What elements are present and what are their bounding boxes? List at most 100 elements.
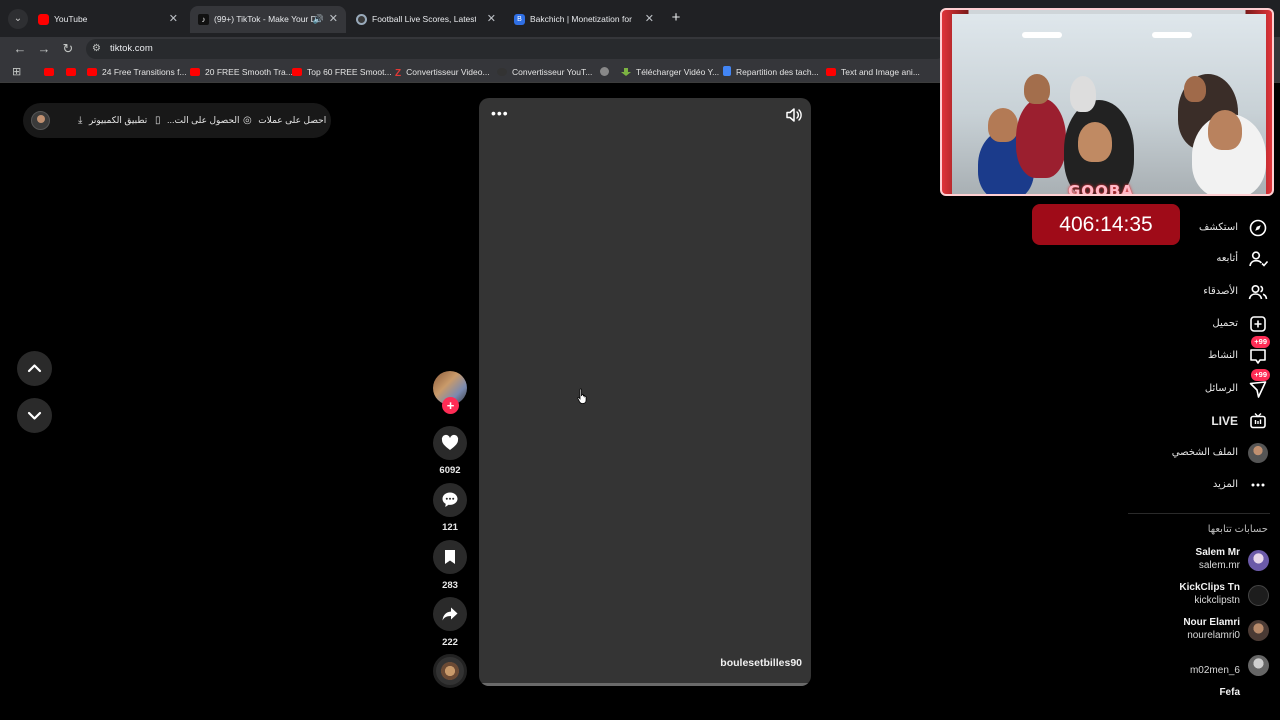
comment-button[interactable] xyxy=(433,483,467,517)
account-name: Nour Elamri xyxy=(1183,617,1240,628)
back-button[interactable]: ← xyxy=(10,39,30,59)
friends-icon xyxy=(1248,284,1268,300)
music-disc-icon[interactable] xyxy=(433,654,467,688)
sidebar-item-activity[interactable]: النشاط +99 xyxy=(1158,336,1270,369)
close-tab-icon[interactable]: ✕ xyxy=(169,6,178,33)
z-icon: Z xyxy=(395,68,402,79)
sidebar-item-more[interactable]: المزيد xyxy=(1158,472,1268,498)
video-player[interactable]: ••• boulesetbilles90 xyxy=(479,98,811,686)
like-count: 6092 xyxy=(439,465,461,476)
more-options-icon[interactable]: ••• xyxy=(491,105,509,121)
bookmark-item[interactable]: Repartition des tach... xyxy=(723,61,819,83)
close-tab-icon[interactable]: ✕ xyxy=(329,6,338,33)
tab-title: Football Live Scores, Latest Football xyxy=(372,14,476,24)
following-account[interactable]: KickClips Tn kickclipstn xyxy=(1109,581,1269,613)
get-app-button[interactable]: الحصول على الت... ▯ xyxy=(155,103,240,138)
sidebar-item-profile[interactable]: الملف الشخصي xyxy=(1158,440,1268,466)
sidebar-item-upload[interactable]: تحميل xyxy=(1158,311,1268,337)
download-icon xyxy=(621,68,631,76)
sidebar-item-label: LIVE xyxy=(1211,414,1238,428)
volume-icon[interactable] xyxy=(785,106,803,124)
tab-title: Bakchich | Monetization for africa xyxy=(530,14,634,24)
tab-youtube[interactable]: YouTube ✕ xyxy=(30,6,186,33)
bookmark-item[interactable]: Text and Image ani... xyxy=(826,61,920,83)
account-username: kickclipstn xyxy=(1194,595,1240,606)
reload-button[interactable]: ↻ xyxy=(58,39,78,59)
bookmark-item[interactable]: Convertisseur YouT... xyxy=(497,61,592,83)
get-app-label: الحصول على الت... xyxy=(167,115,240,125)
tab-tiktok[interactable]: ♪ (99+) TikTok - Make Your Day 🔊 ✕ xyxy=(190,6,346,33)
url-text: tiktok.com xyxy=(110,43,153,54)
following-account[interactable]: Nour Elamri nourelamri0 xyxy=(1109,616,1269,648)
notification-badge: +99 xyxy=(1251,369,1270,381)
bookmark-item[interactable] xyxy=(44,61,59,83)
tab-search-icon[interactable]: ⌄ xyxy=(8,9,28,29)
following-account[interactable]: Salem Mr salem.mr xyxy=(1109,546,1269,578)
bookmark-item[interactable]: Télécharger Vidéo Y... xyxy=(621,61,719,83)
like-button[interactable] xyxy=(433,426,467,460)
ceiling-light xyxy=(1152,32,1192,38)
bookmark-item[interactable]: 24 Free Transitions f... xyxy=(87,61,187,83)
desktop-app-label: تطبيق الكمبيوتر xyxy=(88,115,148,125)
share-button[interactable] xyxy=(433,597,467,631)
notification-badge: +99 xyxy=(1251,336,1270,348)
previous-video-button[interactable] xyxy=(17,351,52,386)
close-tab-icon[interactable]: ✕ xyxy=(645,6,654,33)
messages-icon xyxy=(1249,381,1267,398)
bookmark-item[interactable]: Top 60 FREE Smoot... xyxy=(292,61,392,83)
bookmark-item[interactable] xyxy=(600,61,614,83)
site-info-icon[interactable]: ⚙ xyxy=(92,42,104,56)
divider xyxy=(1128,513,1270,514)
following-account[interactable]: Fefa xyxy=(1109,686,1269,700)
account-name: Fefa xyxy=(1219,687,1240,698)
get-coins-button[interactable]: احصل على عملات ◎ xyxy=(243,103,326,138)
sidebar-item-label: النشاط xyxy=(1207,350,1238,361)
tab-football[interactable]: Football Live Scores, Latest Football ✕ xyxy=(348,6,504,33)
get-coins-label: احصل على عملات xyxy=(258,115,327,125)
next-video-button[interactable] xyxy=(17,398,52,433)
desktop-app-button[interactable]: تطبيق الكمبيوتر ⤓ xyxy=(78,103,147,138)
speaker-icon[interactable]: 🔊 xyxy=(313,6,324,33)
sidebar-item-label: استكشف xyxy=(1199,222,1238,233)
webcam-overlay: GOOBA xyxy=(940,8,1274,196)
bookmark-icon xyxy=(445,550,455,564)
close-tab-icon[interactable]: ✕ xyxy=(487,6,496,33)
forward-button[interactable]: → xyxy=(34,39,54,59)
share-icon xyxy=(442,607,458,621)
person-head xyxy=(1184,76,1206,102)
address-bar[interactable]: ⚙ tiktok.com xyxy=(86,39,946,59)
ceiling-light xyxy=(1022,32,1062,38)
video-progress-bar[interactable] xyxy=(479,683,811,686)
tiktok-top-bar: تطبيق الكمبيوتر ⤓ الحصول على الت... ▯ اح… xyxy=(23,103,331,138)
bookmark-item[interactable] xyxy=(66,61,81,83)
download-icon: ⤓ xyxy=(78,115,83,126)
follow-button[interactable]: + xyxy=(442,397,459,414)
save-count: 283 xyxy=(442,580,458,591)
profile-avatar[interactable] xyxy=(31,111,50,130)
save-button[interactable] xyxy=(433,540,467,574)
tab-bakchich[interactable]: B Bakchich | Monetization for africa ✕ xyxy=(506,6,662,33)
tab-title: YouTube xyxy=(54,14,88,24)
sidebar-item-live[interactable]: LIVE xyxy=(1158,408,1268,434)
bookmark-item[interactable]: Z Convertisseur Video... xyxy=(395,61,490,83)
video-author[interactable]: boulesetbilles90 xyxy=(720,657,802,669)
youtube-icon xyxy=(826,68,836,76)
hand-cursor-icon xyxy=(577,388,587,404)
person-head xyxy=(1208,110,1242,150)
sidebar-item-explore[interactable]: استكشف xyxy=(1158,215,1268,241)
apps-grid-icon[interactable]: ⊞ xyxy=(12,66,24,78)
sidebar-item-friends[interactable]: الأصدقاء xyxy=(1158,279,1268,305)
user-follow-icon xyxy=(1249,251,1268,267)
phone-icon: ▯ xyxy=(155,115,161,126)
new-tab-button[interactable]: + xyxy=(668,9,684,27)
bookmark-item[interactable]: 20 FREE Smooth Tra... xyxy=(190,61,293,83)
sidebar-item-following[interactable]: أتابعه xyxy=(1158,246,1268,272)
sidebar-item-messages[interactable]: الرسائل +99 xyxy=(1158,369,1270,402)
sidebar-item-label: تحميل xyxy=(1212,318,1238,329)
sidebar-item-label: الرسائل xyxy=(1204,383,1238,394)
following-account[interactable]: m02men_6 xyxy=(1109,651,1269,683)
webcam-scene xyxy=(952,14,1266,194)
sidebar-item-label: الملف الشخصي xyxy=(1171,447,1238,458)
account-avatar xyxy=(1248,585,1269,606)
profile-avatar xyxy=(1248,443,1268,463)
